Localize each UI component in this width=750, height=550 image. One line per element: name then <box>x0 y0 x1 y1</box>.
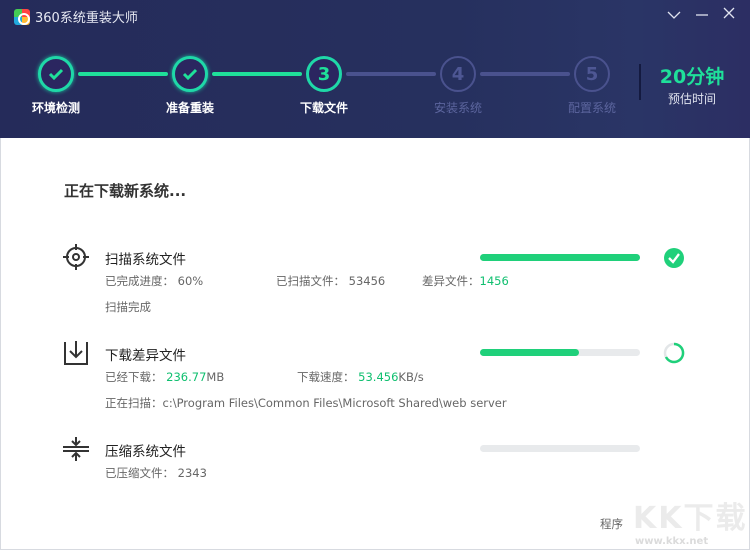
step-connector <box>346 72 436 76</box>
progress-bar <box>480 445 640 452</box>
app-title: 360系统重装大师 <box>35 11 138 26</box>
target-scan-icon <box>63 244 89 270</box>
progress-bar <box>480 254 640 261</box>
step-2-circle <box>172 56 208 92</box>
watermark-url: www.kkx.net <box>635 536 709 547</box>
step-4-label: 安装系统 <box>433 101 482 115</box>
loading-spinner-icon <box>663 342 685 364</box>
scanning-path: 正在扫描：c:\Program Files\Common Files\Micro… <box>105 396 507 410</box>
progress-fill <box>480 349 580 356</box>
step-1-circle <box>38 56 74 92</box>
speed-info: 下载速度： 53.456KB/s <box>297 370 424 384</box>
app-logo-icon <box>14 8 30 25</box>
footer-text: 程序 <box>600 517 623 531</box>
chevron-down-icon <box>667 11 681 19</box>
eta-value: 20分钟 <box>659 66 725 88</box>
close-button[interactable] <box>719 6 739 24</box>
minimize-icon <box>696 14 708 16</box>
step-3-circle: 3 <box>306 56 342 92</box>
task-name: 下载差异文件 <box>105 348 186 364</box>
progress-fill <box>480 254 640 261</box>
close-icon <box>723 7 735 19</box>
minimize-button[interactable] <box>692 6 712 24</box>
compress-icon <box>63 437 89 461</box>
check-icon <box>182 68 198 80</box>
page-title: 正在下载新系统... <box>64 182 187 200</box>
step-1-label: 环境检测 <box>31 101 80 115</box>
progress-info: 已完成进度： 60% <box>105 274 204 288</box>
compressed-info: 已压缩文件： 2343 <box>105 466 207 480</box>
dropdown-menu-button[interactable] <box>664 6 684 24</box>
step-connector <box>78 72 168 76</box>
task-name: 压缩系统文件 <box>105 444 186 460</box>
step-2-label: 准备重装 <box>165 101 214 115</box>
title-bar: 360系统重装大师 <box>14 7 138 26</box>
download-icon <box>64 341 88 365</box>
step-5-circle: 5 <box>574 56 610 92</box>
step-3-label: 下载文件 <box>299 101 348 115</box>
step-connector <box>480 72 570 76</box>
step-5-label: 配置系统 <box>567 101 616 115</box>
task-note: 扫描完成 <box>105 300 151 314</box>
progress-bar <box>480 349 640 356</box>
task-name: 扫描系统文件 <box>105 252 186 268</box>
scanned-info: 已扫描文件： 53456 <box>276 274 386 288</box>
divider <box>639 64 641 100</box>
check-icon <box>48 68 64 80</box>
watermark-logo: KK下载 <box>633 501 748 536</box>
step-4-circle: 4 <box>440 56 476 92</box>
downloaded-info: 已经下载： 236.77MB <box>105 370 225 384</box>
complete-check-icon <box>664 248 684 268</box>
step-connector <box>212 72 302 76</box>
eta-label: 预估时间 <box>667 92 716 106</box>
header: 360系统重装大师 3 4 5 环境检测 准备重装 下载文件 安装系统 配置系统… <box>0 0 750 138</box>
diff-info: 差异文件：1456 <box>422 274 509 288</box>
